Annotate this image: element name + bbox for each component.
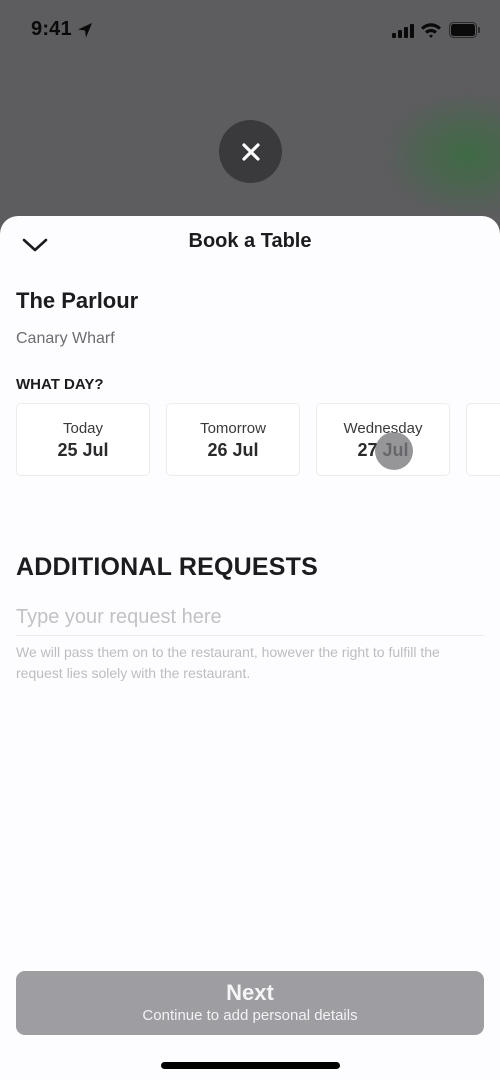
day-picker-label: WHAT DAY? <box>16 376 104 393</box>
wifi-icon <box>421 23 441 38</box>
day-date: 25 Jul <box>57 439 109 460</box>
location-arrow-icon <box>78 23 92 38</box>
restaurant-name: The Parlour <box>16 288 139 313</box>
day-name: Wednesday <box>343 419 423 437</box>
status-time: 9:41 <box>31 18 72 40</box>
day-option-thursday[interactable]: T <box>466 403 500 476</box>
day-option-tomorrow[interactable]: Tomorrow 26 Jul <box>166 403 300 476</box>
battery-icon <box>449 22 480 38</box>
day-date: 26 Jul <box>207 439 259 460</box>
sheet-title: Book a Table <box>188 230 312 252</box>
next-button-sublabel: Continue to add personal details <box>142 1007 358 1024</box>
close-button[interactable] <box>219 120 282 183</box>
day-name: Today <box>62 419 104 437</box>
day-date: 27 Jul <box>357 439 409 460</box>
status-bar: 9:41 <box>0 0 500 60</box>
day-name: Tomorrow <box>200 419 266 437</box>
day-picker[interactable]: Today 25 Jul Tomorrow 26 Jul Wednesday 2… <box>16 403 500 476</box>
additional-requests-heading: ADDITIONAL REQUESTS <box>16 553 318 581</box>
booking-sheet: Book a Table The Parlour Canary Wharf WH… <box>0 216 500 1080</box>
next-button[interactable]: Next Continue to add personal details <box>16 971 484 1035</box>
additional-requests-input[interactable] <box>16 600 484 636</box>
additional-requests-note: We will pass them on to the restaurant, … <box>16 644 440 681</box>
restaurant-area: Canary Wharf <box>16 330 115 347</box>
day-option-today[interactable]: Today 25 Jul <box>16 403 150 476</box>
next-button-label: Next <box>226 980 274 1005</box>
background-blur-decoration <box>380 90 500 220</box>
day-option-wednesday[interactable]: Wednesday 27 Jul <box>316 403 450 476</box>
sheet-header: Book a Table <box>0 216 500 272</box>
close-icon <box>241 142 260 161</box>
home-indicator <box>161 1062 340 1069</box>
cellular-signal-icon <box>392 24 414 38</box>
